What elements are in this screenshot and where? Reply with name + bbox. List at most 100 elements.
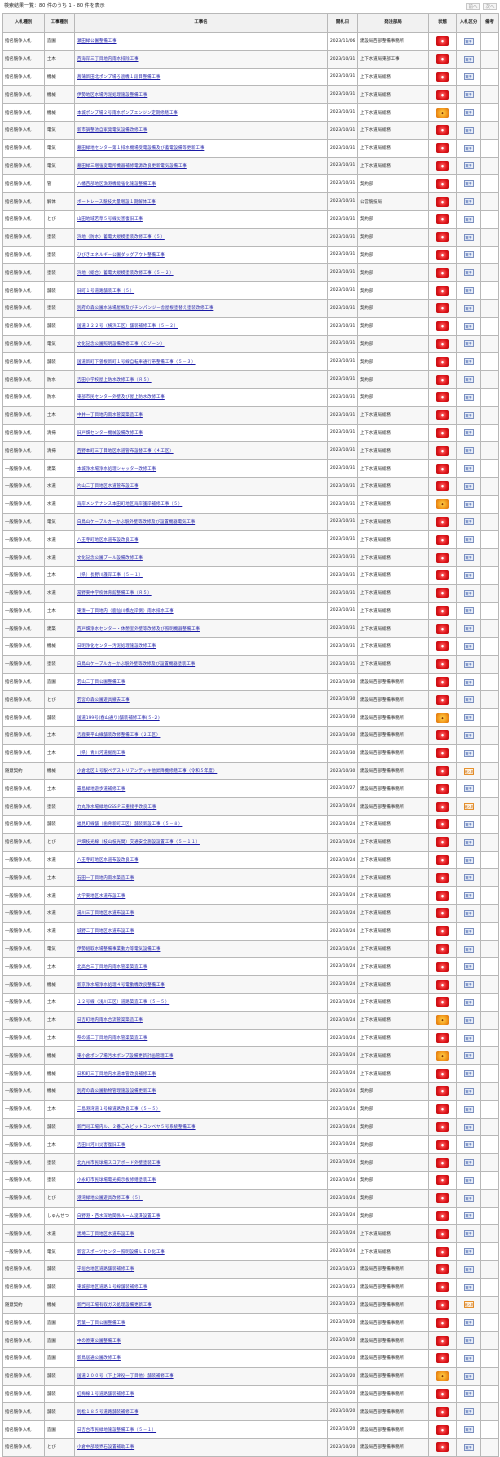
status-open-icon[interactable]: ● <box>436 143 449 154</box>
project-link[interactable]: 若山二丁目公園整備工事 <box>77 680 125 685</box>
project-link[interactable]: 北九州市民球場スコアボード外壁塗装工事 <box>77 1161 160 1166</box>
status-open-icon[interactable]: ● <box>436 1122 449 1132</box>
status-open-icon[interactable]: ● <box>436 481 449 492</box>
project-link[interactable]: 別府の森公園動物管理施設設備更新工事 <box>77 1089 156 1094</box>
status-open-icon[interactable]: ● <box>436 1139 449 1150</box>
project-link[interactable]: 若葉一丁目公園整備工事 <box>77 1321 125 1326</box>
status-open-icon[interactable]: ● <box>436 694 449 705</box>
project-link[interactable]: 本城ポンプ場２号雨水ポンプエンジン定期修繕工事 <box>77 111 178 116</box>
project-link[interactable]: 旧戸畑センター機械設備改修工事 <box>77 431 143 436</box>
status-open-icon[interactable]: ● <box>436 445 449 456</box>
project-link[interactable]: 瀬田緑公園整備工事 <box>77 39 117 44</box>
status-open-icon[interactable]: ● <box>436 1299 449 1310</box>
status-open-icon[interactable]: ● <box>436 677 449 688</box>
col-header-method[interactable]: 入札種別 <box>2 13 45 33</box>
project-link[interactable]: 港湾緑地公園遊具改修工事（５） <box>77 1196 143 1201</box>
status-open-icon[interactable]: ● <box>436 570 449 581</box>
status-open-icon[interactable]: ● <box>436 321 449 332</box>
status-open-icon[interactable]: ● <box>436 410 449 421</box>
project-link[interactable]: 北高台三丁目地内雨水管渠築造工事 <box>77 965 147 970</box>
status-closed-icon[interactable]: ◆ <box>436 1015 449 1026</box>
project-link[interactable]: 新門司工場有収ガス処理設備更新工事 <box>77 1303 152 1308</box>
status-open-icon[interactable]: ● <box>436 374 449 385</box>
status-open-icon[interactable]: ● <box>436 516 449 527</box>
status-open-icon[interactable]: ● <box>436 196 449 207</box>
project-link[interactable]: 東小倉ポンプ場汚水ポンプ設備更新計画管理工事 <box>77 1054 173 1059</box>
project-link[interactable]: 吉鹿東平山線舗装改修整備工事（２工区） <box>77 733 160 738</box>
col-header-type[interactable]: 工事種別 <box>44 13 75 33</box>
status-open-icon[interactable]: ● <box>436 1210 449 1221</box>
project-link[interactable]: 八王寺町地区水道布設改良工事 <box>77 538 138 543</box>
next-page-button[interactable]: 次へ <box>483 3 497 10</box>
status-open-icon[interactable]: ● <box>436 338 449 349</box>
project-link[interactable]: 東部市民センター外壁及び屋上防水改修工事 <box>77 395 165 400</box>
project-link[interactable]: 西野本町三丁目地区水道管布設替工事（４工区） <box>77 449 174 454</box>
status-open-icon[interactable]: ● <box>436 748 449 759</box>
status-open-icon[interactable]: ● <box>436 1104 449 1115</box>
project-link[interactable]: 白鳥山ケーブルカーかぶ駅外壁等改修及び設置機器塗装工事 <box>77 662 195 667</box>
project-link[interactable]: 中井一丁目地内雨水管渠築造工事 <box>77 413 143 418</box>
status-open-icon[interactable]: ● <box>436 463 449 474</box>
status-open-icon[interactable]: ● <box>436 303 449 314</box>
project-link[interactable]: 東湊一丁目地内（鹿仙川橋左岸側）雨水排水工事 <box>77 609 174 614</box>
project-link[interactable]: 二島港湾道１号線道路改良工事（５－５） <box>77 1107 160 1112</box>
status-closed-icon[interactable]: ◆ <box>436 712 449 723</box>
project-link[interactable]: 戸畑枝光線（枝山枝光間）交通安全施設設置工事（５－１１） <box>77 840 200 845</box>
project-link[interactable]: 国道２００号（下上津役一丁目他）舗装補修工事 <box>77 1374 174 1379</box>
status-open-icon[interactable]: ● <box>436 855 449 866</box>
project-link[interactable]: 小倉北区１号駅ペデストリアンデッキ他昇降機修繕工事（令和５年度） <box>77 769 217 774</box>
project-link[interactable]: 新鳥居通公園改修工事 <box>77 1356 121 1361</box>
status-open-icon[interactable]: ● <box>436 1086 449 1097</box>
project-link[interactable]: 国道199号(春山通り)舗装補修工事(５-２) <box>77 716 160 721</box>
project-link[interactable]: 小倉中部境界石設置補助工事 <box>77 1445 134 1450</box>
project-link[interactable]: 文化記念公園プール設備改修工事 <box>77 556 143 561</box>
status-open-icon[interactable]: ● <box>436 890 449 901</box>
status-open-icon[interactable]: ● <box>436 783 449 794</box>
project-link[interactable]: 国道新町下曽根新町１号線自転車通行帯整備工事（５－３） <box>77 360 196 365</box>
status-closed-icon[interactable]: ◆ <box>436 1050 449 1061</box>
project-link[interactable]: 浜地（防水）蓄電大規模塗装改修工事（５） <box>77 235 165 240</box>
status-open-icon[interactable]: ● <box>436 979 449 990</box>
project-link[interactable]: 冨野東中学校体育館整備工事（Ｒ５） <box>77 591 152 596</box>
project-link[interactable]: 別府の森公園水泳場屋根及びチンパンジー舎屋根塗替え塗装改修工事 <box>77 306 213 311</box>
project-link[interactable]: ボートレース競技大量増設１期解体工事 <box>77 200 156 205</box>
project-link[interactable]: 本城浄水場浄水処理シャッター改修工事 <box>77 467 156 472</box>
project-link[interactable]: 若宮の森公園遊具撤去工事 <box>77 698 130 703</box>
project-link[interactable]: 西海岸三丁目地内雨水排除工事 <box>77 57 138 62</box>
project-link[interactable]: 伊勢地区水場汚泥処理施設整備工事 <box>77 93 147 98</box>
status-open-icon[interactable]: ● <box>436 961 449 972</box>
project-link[interactable]: 吉田川河川災害復旧工事 <box>77 1143 125 1148</box>
status-open-icon[interactable]: ● <box>436 837 449 848</box>
project-link[interactable]: 国道３２２号（横浜工区）舗装補修工事（５－２） <box>77 324 178 329</box>
status-open-icon[interactable]: ● <box>436 214 449 225</box>
project-link[interactable]: 黒埼二丁目地区水道布設工事 <box>77 1232 134 1237</box>
project-link[interactable]: 伊勢組取水場整備事業動力等電気設備工事 <box>77 947 160 952</box>
project-link[interactable]: 旧町１号道路舗装工事（５） <box>77 289 134 294</box>
status-open-icon[interactable]: ● <box>436 1282 449 1293</box>
status-open-icon[interactable]: ● <box>436 552 449 563</box>
status-open-icon[interactable]: ● <box>436 534 449 545</box>
project-link[interactable]: 海岸メンテナンス本田町地区海岸護岸補修工事（５） <box>77 502 182 507</box>
project-link[interactable]: （県）青川河道掘削工事 <box>77 751 125 756</box>
project-link[interactable]: 墓田緑三増強変電所機器補修電源改良更新電気設備工事 <box>77 164 187 169</box>
project-link[interactable]: ひびきエネルギー公園ダッグアウト整備工事 <box>77 253 165 258</box>
project-link[interactable]: 山田地域若草５号線災害復旧工事 <box>77 217 143 222</box>
status-open-icon[interactable]: ● <box>436 1353 449 1364</box>
status-open-icon[interactable]: ● <box>436 819 449 830</box>
project-link[interactable]: 力丸浄水場緑地GSSＰ三重接手改良工事 <box>77 805 156 810</box>
project-link[interactable]: 紅梅線１号道路舗装補修工事 <box>77 1392 134 1397</box>
status-open-icon[interactable]: ● <box>436 1264 449 1275</box>
status-open-icon[interactable]: ● <box>436 1246 449 1257</box>
status-open-icon[interactable]: ● <box>436 427 449 438</box>
status-open-icon[interactable]: ● <box>436 1406 449 1417</box>
project-link[interactable]: 墓田緑地センター第１排水機場受電設備及び蓄電設備等更新工事 <box>77 146 204 151</box>
project-link[interactable]: 福見町線舗（歯骨新町工区）舗装新設工事（５－８） <box>77 822 182 827</box>
status-open-icon[interactable]: ● <box>436 623 449 634</box>
status-open-icon[interactable]: ● <box>436 1228 449 1239</box>
col-header-name[interactable]: 工事名 <box>74 13 328 33</box>
status-closed-icon[interactable]: ◆ <box>436 107 449 118</box>
status-open-icon[interactable]: ● <box>436 392 449 403</box>
status-open-icon[interactable]: ● <box>436 1388 449 1399</box>
status-open-icon[interactable]: ● <box>436 659 449 670</box>
project-link[interactable]: 中の原東公園整備工事 <box>77 1339 121 1344</box>
